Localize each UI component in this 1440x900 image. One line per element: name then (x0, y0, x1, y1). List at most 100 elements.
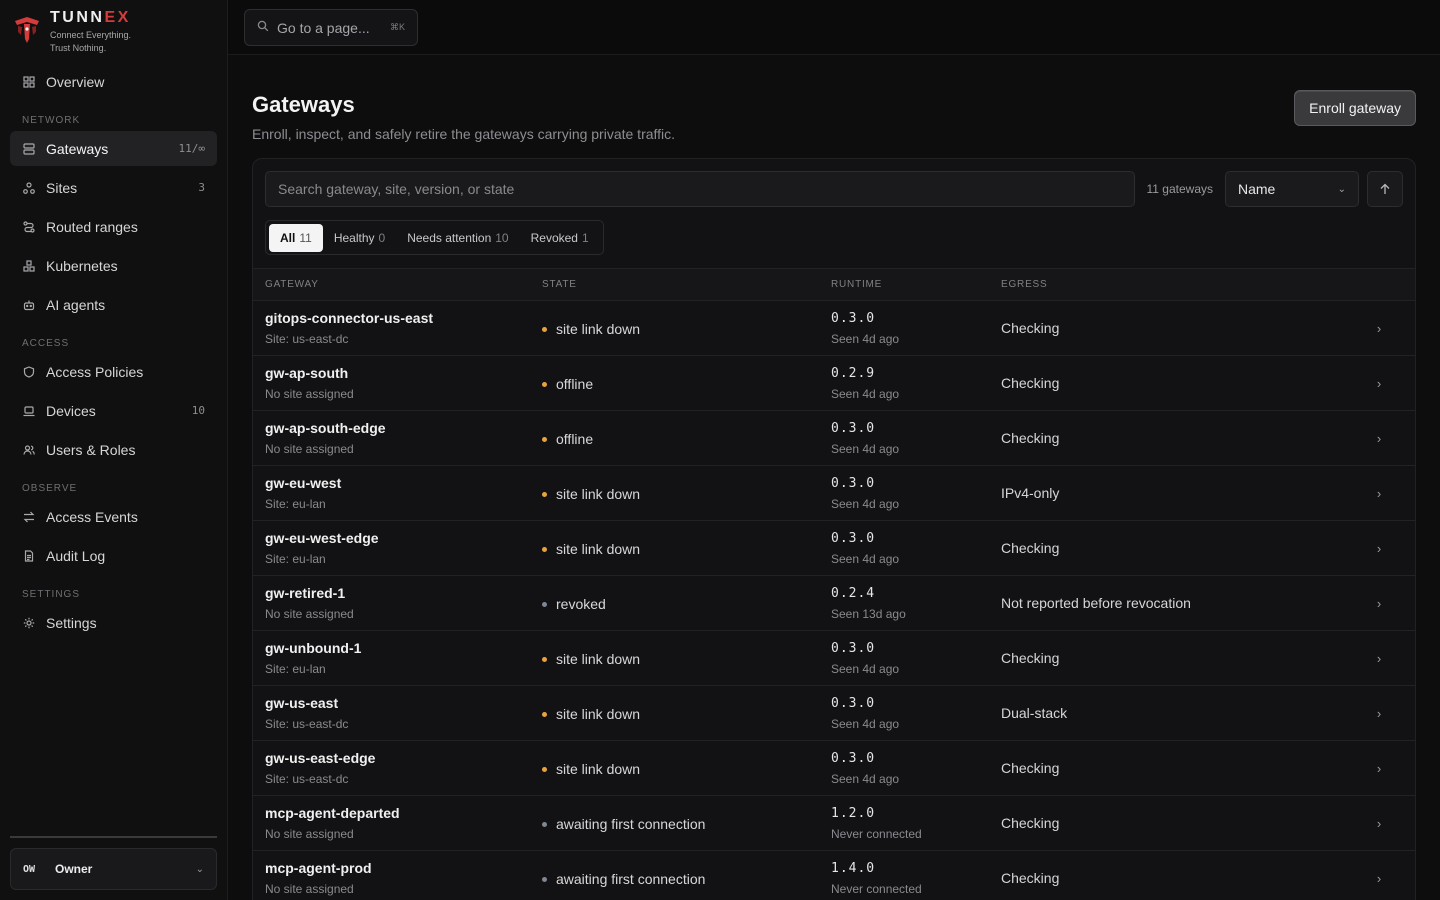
state-indicator: site link down (542, 541, 831, 557)
gateway-site: Site: us-east-dc (265, 717, 349, 731)
column-header-state[interactable]: STATE (542, 279, 831, 290)
sidebar-item-users-roles[interactable]: Users & Roles (10, 432, 217, 467)
column-header-runtime[interactable]: RUNTIME (831, 279, 1001, 290)
chevron-right-icon[interactable]: › (1341, 651, 1415, 666)
main-content: Go to a page... ⌘K Gateways Enroll, insp… (228, 0, 1440, 900)
section-label-settings: SETTINGS (22, 589, 81, 600)
sidebar-item-label: Audit Log (46, 547, 106, 564)
table-body: gitops-connector-us-east Site: us-east-d… (253, 301, 1415, 900)
chevron-right-icon[interactable]: › (1341, 871, 1415, 886)
command-palette-placeholder: Go to a page... (277, 19, 370, 36)
filter-tab-all[interactable]: All 11 (269, 223, 323, 252)
column-header-egress[interactable]: EGRESS (1001, 279, 1341, 290)
sidebar-item-audit-log[interactable]: Audit Log (10, 538, 217, 573)
sort-select-value: Name (1238, 181, 1276, 197)
table-row[interactable]: gw-eu-west Site: eu-lan site link down 0… (253, 466, 1415, 521)
sidebar-item-access-policies[interactable]: Access Policies (10, 354, 217, 389)
sidebar-item-label: Access Policies (46, 363, 144, 380)
egress-cell: IPv4-only (1001, 485, 1060, 501)
chevron-right-icon[interactable]: › (1341, 486, 1415, 501)
page-title: Gateways (252, 92, 355, 117)
sidebar-item-overview[interactable]: Overview (10, 64, 217, 99)
enroll-gateway-button[interactable]: Enroll gateway (1294, 90, 1416, 126)
chevron-right-icon[interactable]: › (1341, 431, 1415, 446)
filter-tab-count: 0 (378, 230, 386, 245)
sidebar-item-sites[interactable]: Sites 3 (10, 170, 217, 205)
egress-cell: Dual-stack (1001, 705, 1068, 721)
filter-tab-revoked[interactable]: Revoked 1 (520, 224, 600, 252)
state-cell: site link down (542, 759, 831, 777)
state-cell: site link down (542, 484, 831, 502)
egress-cell: Checking (1001, 650, 1060, 666)
command-palette-button[interactable]: Go to a page... ⌘K (244, 9, 418, 46)
gateways-table: GATEWAY STATE RUNTIME EGRESS gitops-conn… (253, 268, 1415, 900)
column-header-gateway[interactable]: GATEWAY (253, 279, 542, 290)
account-switcher[interactable]: OW Owner ⌄ (10, 848, 217, 890)
gateway-cell: gw-us-east Site: us-east-dc (253, 695, 542, 731)
sidebar-item-kubernetes[interactable]: Kubernetes (10, 248, 217, 283)
server-icon (22, 142, 36, 156)
sort-direction-button[interactable] (1367, 171, 1403, 207)
brand[interactable]: TUNNEX Connect Everything. Trust Nothing… (0, 0, 227, 64)
sidebar-nav: Overview NETWORK Gateways 11/∞ Sites 3 R… (0, 64, 227, 640)
table-row[interactable]: gw-us-east Site: us-east-dc site link do… (253, 686, 1415, 741)
arrow-up-icon (1380, 183, 1390, 194)
chevron-right-icon[interactable]: › (1341, 761, 1415, 776)
table-row[interactable]: gw-ap-south No site assigned offline 0.2… (253, 356, 1415, 411)
grid-icon (22, 75, 36, 89)
sidebar: TUNNEX Connect Everything. Trust Nothing… (0, 0, 228, 900)
gateway-name: gw-ap-south-edge (265, 420, 386, 436)
table-row[interactable]: mcp-agent-departed No site assigned awai… (253, 796, 1415, 851)
sidebar-item-label: Devices (46, 402, 96, 419)
table-row[interactable]: gw-retired-1 No site assigned revoked 0.… (253, 576, 1415, 631)
filter-tab-healthy[interactable]: Healthy 0 (323, 224, 396, 252)
gateway-name: mcp-agent-prod (265, 860, 372, 876)
sidebar-item-devices[interactable]: Devices 10 (10, 393, 217, 428)
sort-select[interactable]: Name ⌄ (1225, 171, 1359, 207)
sidebar-item-ai-agents[interactable]: AI agents (10, 287, 217, 322)
chevron-right-icon[interactable]: › (1341, 706, 1415, 721)
last-seen: Seen 4d ago (831, 386, 900, 401)
table-row[interactable]: gw-unbound-1 Site: eu-lan site link down… (253, 631, 1415, 686)
sidebar-item-routed-ranges[interactable]: Routed ranges (10, 209, 217, 244)
state-label: site link down (556, 651, 641, 667)
sidebar-item-access-events[interactable]: Access Events (10, 499, 217, 534)
state-cell: site link down (542, 704, 831, 722)
filter-tab-label: Healthy (333, 230, 375, 245)
gateway-name: gw-us-east-edge (265, 750, 376, 766)
runtime-version: 1.2.0 (831, 805, 876, 821)
state-cell: revoked (542, 594, 831, 612)
table-row[interactable]: gw-us-east-edge Site: us-east-dc site li… (253, 741, 1415, 796)
state-indicator: offline (542, 376, 831, 392)
filter-tab-needs-attention[interactable]: Needs attention 10 (396, 224, 519, 252)
chevron-right-icon[interactable]: › (1341, 376, 1415, 391)
bot-icon (22, 298, 36, 312)
chevron-right-icon[interactable]: › (1341, 816, 1415, 831)
gateway-name: mcp-agent-departed (265, 805, 400, 821)
gateways-panel: 11 gateways Name ⌄ All11 Healthy0 Needs … (252, 158, 1416, 900)
chevron-right-icon[interactable]: › (1341, 596, 1415, 611)
table-row[interactable]: gitops-connector-us-east Site: us-east-d… (253, 301, 1415, 356)
gateway-cell: gw-ap-south-edge No site assigned (253, 420, 542, 456)
state-indicator: offline (542, 431, 831, 447)
chevron-right-icon[interactable]: › (1341, 541, 1415, 556)
page-header: Gateways Enroll, inspect, and safely ret… (252, 90, 1416, 142)
sidebar-item-settings[interactable]: Settings (10, 605, 217, 640)
state-cell: awaiting first connection (542, 869, 831, 887)
sidebar-item-label: Overview (46, 73, 105, 90)
gateway-search-input[interactable] (265, 171, 1135, 207)
table-row[interactable]: mcp-agent-prod No site assigned awaiting… (253, 851, 1415, 900)
chevron-down-icon: ⌄ (1337, 183, 1346, 195)
filter-tab-label: Revoked (530, 230, 578, 245)
state-indicator: site link down (542, 486, 831, 502)
table-row[interactable]: gw-eu-west-edge Site: eu-lan site link d… (253, 521, 1415, 576)
shield-icon (22, 365, 36, 379)
sidebar-item-gateways[interactable]: Gateways 11/∞ (10, 131, 217, 166)
gateway-site: No site assigned (265, 442, 354, 456)
chevron-right-icon[interactable]: › (1341, 321, 1415, 336)
gateway-name: gw-retired-1 (265, 585, 346, 601)
section-label-observe: OBSERVE (22, 483, 78, 494)
table-row[interactable]: gw-ap-south-edge No site assigned offlin… (253, 411, 1415, 466)
sidebar-footer: OW Owner ⌄ (10, 836, 217, 890)
sites-icon (22, 181, 36, 195)
